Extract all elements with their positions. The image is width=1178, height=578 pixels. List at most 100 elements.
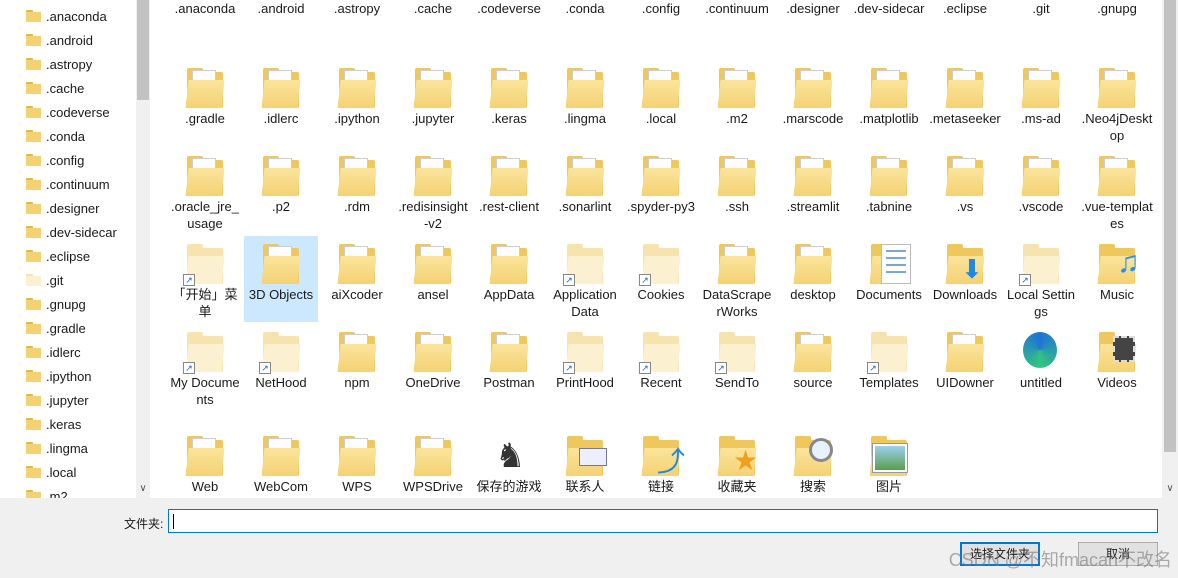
tree-scroll-thumb[interactable]: [137, 0, 149, 100]
file-item[interactable]: .p2: [244, 148, 318, 234]
file-item[interactable]: Web: [168, 428, 242, 498]
file-item[interactable]: ↗ Recent: [624, 324, 698, 410]
file-item[interactable]: .astropy: [320, 0, 394, 36]
file-item[interactable]: source: [776, 324, 850, 410]
file-item[interactable]: Documents: [852, 236, 926, 322]
file-item[interactable]: .tabnine: [852, 148, 926, 234]
file-item[interactable]: ♞ 保存的游戏: [472, 428, 546, 498]
file-item[interactable]: ↗ Cookies: [624, 236, 698, 322]
sidebar-item[interactable]: .dev-sidecar: [26, 221, 117, 243]
file-item[interactable]: .marscode: [776, 60, 850, 146]
sidebar-item[interactable]: .local: [26, 461, 76, 483]
sidebar-item[interactable]: .ipython: [26, 365, 92, 387]
file-item[interactable]: ↗ My Documents: [168, 324, 242, 410]
file-item[interactable]: ↗ 「开始」菜单: [168, 236, 242, 322]
file-item[interactable]: .continuum: [700, 0, 774, 36]
file-item[interactable]: .conda: [548, 0, 622, 36]
file-item[interactable]: .local: [624, 60, 698, 146]
file-item[interactable]: .Neo4jDesktop: [1080, 60, 1154, 146]
file-item[interactable]: WPSDrive: [396, 428, 470, 498]
file-item[interactable]: .matplotlib: [852, 60, 926, 146]
sidebar-item[interactable]: .git: [26, 269, 63, 291]
file-item[interactable]: WebCom: [244, 428, 318, 498]
tree-scroll-down-icon[interactable]: ∨: [136, 483, 150, 494]
file-item[interactable]: ♫ Music: [1080, 236, 1154, 322]
file-item[interactable]: .idlerc: [244, 60, 318, 146]
file-item[interactable]: .ms-ad: [1004, 60, 1078, 146]
sidebar-item[interactable]: .designer: [26, 197, 99, 219]
grid-scrollbar[interactable]: ∨: [1162, 0, 1178, 498]
file-item[interactable]: ↗ PrintHood: [548, 324, 622, 410]
file-item[interactable]: .gnupg: [1080, 0, 1154, 36]
file-item[interactable]: .oracle_jre_usage: [168, 148, 242, 234]
file-item[interactable]: .jupyter: [396, 60, 470, 146]
file-item[interactable]: .ipython: [320, 60, 394, 146]
file-item[interactable]: .eclipse: [928, 0, 1002, 36]
file-item[interactable]: .metaseeker: [928, 60, 1002, 146]
file-item[interactable]: WPS: [320, 428, 394, 498]
file-item[interactable]: ★ 收藏夹: [700, 428, 774, 498]
file-item[interactable]: .anaconda: [168, 0, 242, 36]
sidebar-item[interactable]: .cache: [26, 77, 84, 99]
sidebar-item[interactable]: .android: [26, 29, 93, 51]
file-item[interactable]: DataScraperWorks: [700, 236, 774, 322]
file-item[interactable]: ansel: [396, 236, 470, 322]
file-item[interactable]: 3D Objects: [244, 236, 318, 322]
sidebar-item[interactable]: .config: [26, 149, 84, 171]
file-item[interactable]: .gradle: [168, 60, 242, 146]
file-item[interactable]: 联系人: [548, 428, 622, 498]
file-item[interactable]: .vs: [928, 148, 1002, 234]
file-item[interactable]: .android: [244, 0, 318, 36]
sidebar-item[interactable]: .gnupg: [26, 293, 86, 315]
sidebar-item[interactable]: .jupyter: [26, 389, 89, 411]
file-item[interactable]: .spyder-py3: [624, 148, 698, 234]
file-item[interactable]: .sonarlint: [548, 148, 622, 234]
file-item[interactable]: .lingma: [548, 60, 622, 146]
file-item[interactable]: Videos: [1080, 324, 1154, 410]
file-grid[interactable]: .anaconda .android .astropy .cache .codevers…: [150, 0, 1162, 498]
file-item[interactable]: .dev-sidecar: [852, 0, 926, 36]
file-item[interactable]: untitled: [1004, 324, 1078, 410]
file-item[interactable]: ↗ SendTo: [700, 324, 774, 410]
sidebar-item[interactable]: .lingma: [26, 437, 88, 459]
file-item[interactable]: .m2: [700, 60, 774, 146]
file-item[interactable]: .streamlit: [776, 148, 850, 234]
file-item[interactable]: .codeverse: [472, 0, 546, 36]
file-item[interactable]: desktop: [776, 236, 850, 322]
file-item[interactable]: ⬇ Downloads: [928, 236, 1002, 322]
file-item[interactable]: .vue-templates: [1080, 148, 1154, 234]
sidebar-item[interactable]: .conda: [26, 125, 85, 147]
grid-scroll-thumb[interactable]: [1164, 0, 1176, 452]
sidebar-item[interactable]: .codeverse: [26, 101, 110, 123]
file-item[interactable]: ⤴ 链接: [624, 428, 698, 498]
sidebar-item[interactable]: .m2: [26, 485, 68, 498]
file-item[interactable]: 搜索: [776, 428, 850, 498]
grid-scroll-down-icon[interactable]: ∨: [1162, 483, 1178, 494]
sidebar-item[interactable]: .astropy: [26, 53, 92, 75]
sidebar-item[interactable]: .continuum: [26, 173, 110, 195]
file-item[interactable]: .rest-client: [472, 148, 546, 234]
file-item[interactable]: ↗ Templates: [852, 324, 926, 410]
file-item[interactable]: .config: [624, 0, 698, 36]
file-item[interactable]: .ssh: [700, 148, 774, 234]
file-item[interactable]: .git: [1004, 0, 1078, 36]
tree-scrollbar[interactable]: ∨: [136, 0, 150, 498]
file-item[interactable]: ↗ NetHood: [244, 324, 318, 410]
file-item[interactable]: aiXcoder: [320, 236, 394, 322]
sidebar-item[interactable]: .eclipse: [26, 245, 90, 267]
file-item[interactable]: .vscode: [1004, 148, 1078, 234]
sidebar-item[interactable]: .gradle: [26, 317, 86, 339]
file-item[interactable]: .cache: [396, 0, 470, 36]
file-item[interactable]: .redisinsight-v2: [396, 148, 470, 234]
file-item[interactable]: 图片: [852, 428, 926, 498]
file-item[interactable]: Postman: [472, 324, 546, 410]
file-item[interactable]: ↗ Application Data: [548, 236, 622, 322]
file-item[interactable]: ↗ Local Settings: [1004, 236, 1078, 322]
file-item[interactable]: OneDrive: [396, 324, 470, 410]
sidebar-item[interactable]: .anaconda: [26, 5, 107, 27]
file-item[interactable]: npm: [320, 324, 394, 410]
file-item[interactable]: .designer: [776, 0, 850, 36]
sidebar-item[interactable]: .idlerc: [26, 341, 81, 363]
folder-input[interactable]: [168, 509, 1158, 533]
folder-tree[interactable]: .anaconda .android .astropy .cache .codevers…: [0, 0, 136, 498]
